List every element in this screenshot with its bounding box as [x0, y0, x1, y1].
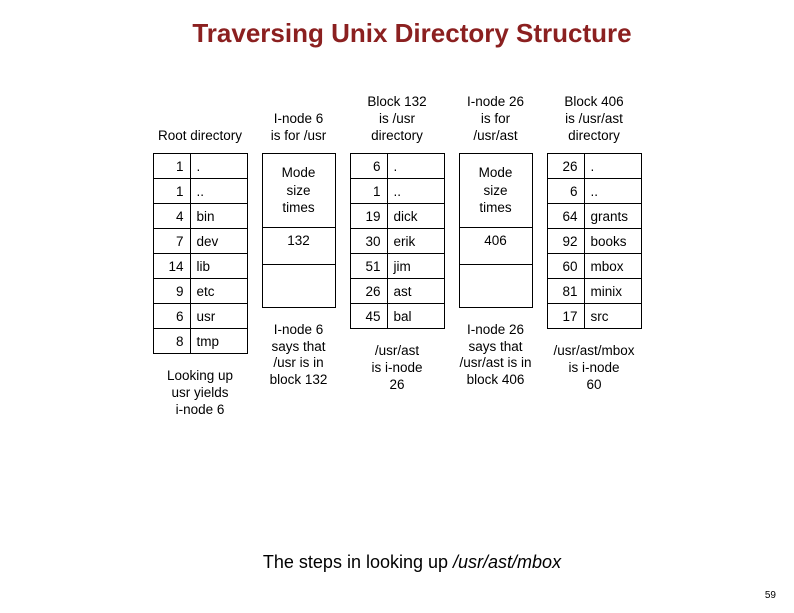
caption: The steps in looking up /usr/ast/mbox: [0, 552, 794, 573]
table-row: 14lib: [153, 254, 247, 279]
inode-number-cell: 1: [153, 179, 190, 204]
inode-number-cell: 19: [350, 204, 387, 229]
table-row: 1..: [153, 179, 247, 204]
inode-number-cell: 6: [547, 179, 584, 204]
entry-name-cell: .: [387, 154, 444, 179]
inode-box: Mode size times132: [262, 153, 336, 308]
table-row: 60mbox: [547, 254, 641, 279]
column-header: Block 132 is /usr directory: [367, 87, 426, 145]
entry-name-cell: dev: [190, 229, 247, 254]
table-row: 7dev: [153, 229, 247, 254]
column-header: I-node 26 is for /usr/ast: [467, 87, 524, 145]
entry-name-cell: jim: [387, 254, 444, 279]
entry-name-cell: minix: [584, 279, 641, 304]
inode-number-cell: 81: [547, 279, 584, 304]
inode-number-cell: 9: [153, 279, 190, 304]
entry-name-cell: ..: [584, 179, 641, 204]
entry-name-cell: usr: [190, 304, 247, 329]
entry-name-cell: mbox: [584, 254, 641, 279]
caption-text: The steps in looking up: [263, 552, 453, 572]
inode-number-cell: 26: [350, 279, 387, 304]
slide-title: Traversing Unix Directory Structure: [0, 18, 794, 49]
column-footer: /usr/ast is i-node 26: [371, 343, 422, 394]
inode-empty: [263, 265, 335, 307]
inode-number-cell: 17: [547, 304, 584, 329]
entry-name-cell: ast: [387, 279, 444, 304]
column-header: Block 406 is /usr/ast directory: [564, 87, 623, 145]
entry-name-cell: books: [584, 229, 641, 254]
inode-number-cell: 26: [547, 154, 584, 179]
inode-number-cell: 6: [153, 304, 190, 329]
entry-name-cell: .: [584, 154, 641, 179]
inode-number-cell: 45: [350, 304, 387, 329]
entry-name-cell: dick: [387, 204, 444, 229]
table-row: 6.: [350, 154, 444, 179]
directory-table: 6.1..19dick30erik51jim26ast45bal: [350, 153, 445, 329]
table-row: 51jim: [350, 254, 444, 279]
inode-block-pointer: 132: [263, 228, 335, 265]
table-row: 64grants: [547, 204, 641, 229]
inode-number-cell: 30: [350, 229, 387, 254]
entry-name-cell: src: [584, 304, 641, 329]
inode-number-cell: 6: [350, 154, 387, 179]
inode-number-cell: 14: [153, 254, 190, 279]
inode-attributes: Mode size times: [460, 154, 532, 228]
inode-number-cell: 51: [350, 254, 387, 279]
table-row: 6..: [547, 179, 641, 204]
directory-table: 26.6..64grants92books60mbox81minix17src: [547, 153, 642, 329]
column-header: Root directory: [158, 87, 242, 145]
directory-table: 1.1..4bin7dev14lib9etc6usr8tmp: [153, 153, 248, 354]
inode-number-cell: 4: [153, 204, 190, 229]
table-row: 81minix: [547, 279, 641, 304]
entry-name-cell: erik: [387, 229, 444, 254]
column-1: I-node 6 is for /usr Mode size times132 I-…: [262, 87, 336, 419]
inode-attributes: Mode size times: [263, 154, 335, 228]
directory-traversal-diagram: Root directory1.1..4bin7dev14lib9etc6usr…: [0, 87, 794, 419]
table-row: 19dick: [350, 204, 444, 229]
table-row: 26ast: [350, 279, 444, 304]
table-row: 8tmp: [153, 329, 247, 354]
column-footer: Looking up usr yields i-node 6: [167, 368, 233, 419]
inode-number-cell: 1: [153, 154, 190, 179]
entry-name-cell: .: [190, 154, 247, 179]
inode-number-cell: 7: [153, 229, 190, 254]
table-row: 4bin: [153, 204, 247, 229]
table-row: 1..: [350, 179, 444, 204]
column-3: I-node 26 is for /usr/ast Mode size times…: [459, 87, 533, 419]
inode-number-cell: 92: [547, 229, 584, 254]
inode-number-cell: 8: [153, 329, 190, 354]
inode-number-cell: 1: [350, 179, 387, 204]
column-footer: I-node 26 says that /usr/ast is in block…: [459, 322, 531, 390]
entry-name-cell: bal: [387, 304, 444, 329]
table-row: 92books: [547, 229, 641, 254]
inode-number-cell: 64: [547, 204, 584, 229]
table-row: 9etc: [153, 279, 247, 304]
inode-block-pointer: 406: [460, 228, 532, 265]
column-4: Block 406 is /usr/ast directory 26.6..64g…: [547, 87, 642, 419]
entry-name-cell: etc: [190, 279, 247, 304]
page-number: 59: [765, 590, 776, 601]
entry-name-cell: tmp: [190, 329, 247, 354]
inode-empty: [460, 265, 532, 307]
entry-name-cell: ..: [190, 179, 247, 204]
inode-number-cell: 60: [547, 254, 584, 279]
table-row: 17src: [547, 304, 641, 329]
table-row: 30erik: [350, 229, 444, 254]
column-footer: I-node 6 says that /usr is in block 132: [270, 322, 328, 390]
table-row: 1.: [153, 154, 247, 179]
column-2: Block 132 is /usr directory 6.1..19dick30…: [350, 87, 445, 419]
table-row: 45bal: [350, 304, 444, 329]
table-row: 6usr: [153, 304, 247, 329]
column-footer: /usr/ast/mbox is i-node 60: [553, 343, 634, 394]
inode-box: Mode size times406: [459, 153, 533, 308]
entry-name-cell: bin: [190, 204, 247, 229]
caption-path: /usr/ast/mbox: [453, 552, 561, 572]
table-row: 26.: [547, 154, 641, 179]
entry-name-cell: grants: [584, 204, 641, 229]
entry-name-cell: ..: [387, 179, 444, 204]
column-header: I-node 6 is for /usr: [271, 87, 327, 145]
entry-name-cell: lib: [190, 254, 247, 279]
column-0: Root directory1.1..4bin7dev14lib9etc6usr…: [153, 87, 248, 419]
